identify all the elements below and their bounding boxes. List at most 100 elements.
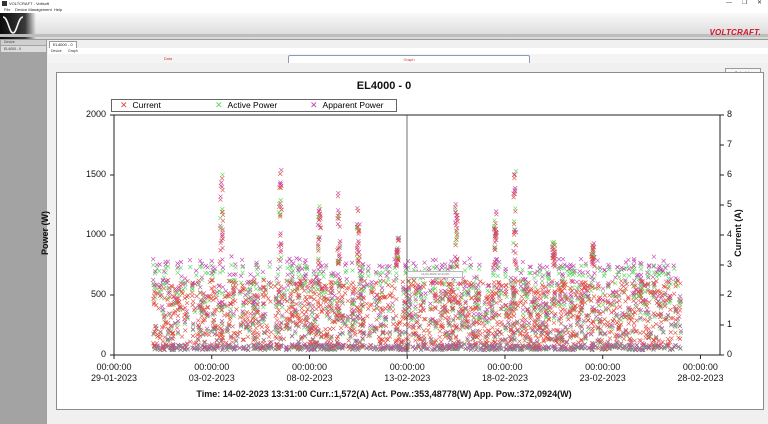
current-point — [316, 292, 322, 297]
current-point — [385, 337, 391, 342]
active-power-point — [235, 334, 240, 339]
apparent-power-point — [287, 256, 292, 262]
y-tick-label-left: 2000 — [85, 109, 106, 119]
current-point — [266, 334, 272, 339]
peak-current-point — [552, 249, 558, 254]
apparent-power-point — [619, 314, 624, 319]
current-point — [672, 304, 677, 309]
current-point — [626, 321, 631, 326]
peak-current-point — [513, 250, 518, 256]
active-power-point — [546, 284, 551, 289]
current-point — [331, 326, 336, 331]
apparent-power-point — [574, 279, 580, 285]
apparent-power-point — [657, 324, 662, 329]
current-point — [668, 307, 673, 312]
current-point — [421, 284, 426, 290]
apparent-power-point — [583, 261, 588, 266]
chart-svg[interactable] — [0, 0, 768, 424]
current-point — [285, 298, 290, 304]
current-point — [653, 321, 659, 327]
y-tick-label-left: 1500 — [85, 169, 106, 179]
current-point — [390, 308, 396, 314]
current-point — [205, 305, 210, 310]
active-power-point — [666, 276, 671, 281]
apparent-power-point — [484, 307, 490, 312]
apparent-power-point — [150, 256, 156, 262]
active-power-point — [654, 274, 659, 279]
apparent-power-point — [290, 274, 295, 279]
current-point — [251, 279, 256, 284]
active-power-point — [175, 270, 181, 275]
active-power-point — [285, 287, 291, 293]
apparent-power-point — [463, 346, 468, 351]
apparent-power-point — [520, 307, 526, 313]
apparent-power-point — [294, 256, 299, 261]
current-point — [315, 324, 320, 329]
apparent-power-point — [540, 274, 545, 279]
current-point — [446, 315, 452, 320]
current-point — [288, 293, 293, 298]
y-tick-label-right: 1 — [727, 319, 733, 329]
current-point — [437, 318, 443, 323]
apparent-power-point — [428, 301, 433, 306]
apparent-power-point — [468, 262, 474, 268]
current-point — [275, 310, 281, 316]
active-power-point — [503, 337, 508, 343]
legend-current[interactable]: ✕ Current — [120, 100, 161, 111]
apparent-power-point — [285, 272, 290, 277]
current-point — [591, 324, 597, 329]
current-point — [540, 287, 545, 292]
apparent-power-point — [556, 257, 562, 262]
current-point — [551, 320, 557, 325]
active-power-point — [366, 273, 371, 279]
y-tick-label-left: 0 — [100, 349, 106, 359]
current-point — [364, 301, 369, 307]
current-point — [190, 333, 196, 339]
apparent-power-point — [651, 264, 656, 269]
apparent-power-point — [413, 264, 418, 269]
apparent-power-point — [161, 269, 167, 274]
current-point — [496, 312, 502, 318]
current-point — [568, 289, 574, 294]
current-point — [421, 333, 426, 339]
apparent-power-point — [219, 318, 225, 324]
apparent-power-point — [518, 270, 524, 276]
current-point — [256, 332, 261, 337]
current-point — [368, 302, 373, 308]
apparent-power-point — [204, 326, 210, 331]
apparent-power-point — [445, 329, 450, 335]
active-power-point — [632, 266, 637, 271]
apparent-power-point — [369, 280, 374, 285]
apparent-power-point — [534, 297, 539, 302]
active-power-point — [520, 267, 525, 272]
apparent-power-point — [615, 264, 620, 270]
current-point — [266, 296, 271, 301]
apparent-power-point — [413, 296, 418, 302]
peak-current-point — [355, 208, 361, 214]
current-point — [325, 297, 331, 302]
active-power-point — [296, 274, 301, 279]
apparent-power-point — [626, 266, 632, 272]
apparent-power-point — [358, 268, 363, 274]
current-point — [273, 334, 278, 339]
current-point — [661, 284, 667, 289]
peak-power-point — [220, 172, 225, 177]
current-point — [366, 306, 371, 311]
legend-active-power[interactable]: ✕ Active Power — [215, 100, 277, 111]
x-tick-time: 00:00:00 — [682, 362, 718, 372]
x-tick-time: 00:00:00 — [487, 362, 523, 372]
active-power-point — [533, 284, 538, 290]
current-point — [590, 285, 595, 290]
current-point — [207, 279, 212, 285]
legend-apparent-power[interactable]: ✕ Apparent Power — [310, 100, 384, 111]
active-power-point — [394, 271, 399, 276]
current-point — [618, 278, 624, 284]
peak-power-point — [355, 205, 360, 211]
current-point — [539, 282, 545, 288]
apparent-power-point — [495, 266, 500, 271]
current-point — [315, 299, 321, 304]
current-point — [486, 282, 492, 288]
apparent-power-point — [239, 257, 245, 263]
peak-power-point — [279, 255, 284, 260]
peak-current-point — [278, 233, 283, 238]
